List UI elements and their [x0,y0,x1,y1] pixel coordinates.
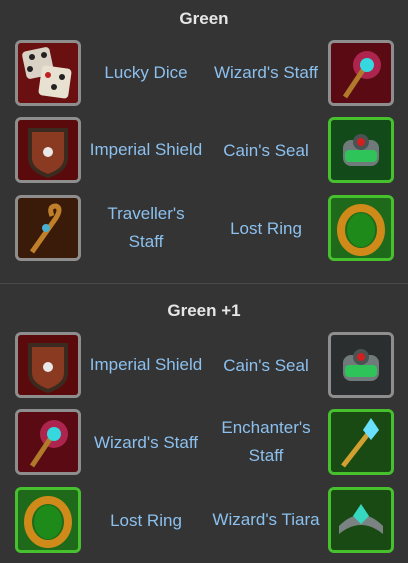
item-label: Wizard's Staff [93,433,199,452]
item-label: Traveller's Staff [107,204,185,251]
lost-ring-icon[interactable] [15,487,81,553]
cains-seal-icon[interactable] [328,332,394,398]
item-label: Lost Ring [230,219,302,238]
wizard-staff-icon[interactable] [328,40,394,106]
section-title: Green [179,9,229,28]
lost-ring-icon[interactable] [328,195,394,261]
item-label: Imperial Shield [89,355,203,374]
wizard-staff-icon[interactable] [15,409,81,475]
item-label: Lost Ring [110,511,182,530]
item-label: Wizard's Tiara [212,510,320,529]
item-label: Enchanter's Staff [221,418,311,465]
item-label: Wizard's Staff [213,63,319,82]
wizards-tiara-icon[interactable] [328,487,394,553]
lucky-dice-icon[interactable] [15,40,81,106]
imperial-shield-icon[interactable] [15,332,81,398]
item-label: Cain's Seal [223,141,309,160]
section-title: Green +1 [167,301,241,320]
cains-seal-icon[interactable] [328,117,394,183]
item-label: Lucky Dice [104,63,188,82]
imperial-shield-icon[interactable] [15,117,81,183]
enchanters-staff-icon[interactable] [328,409,394,475]
section-divider [0,283,408,284]
travellers-staff-icon[interactable] [15,195,81,261]
item-label: Imperial Shield [89,140,203,159]
item-label: Cain's Seal [223,356,309,375]
